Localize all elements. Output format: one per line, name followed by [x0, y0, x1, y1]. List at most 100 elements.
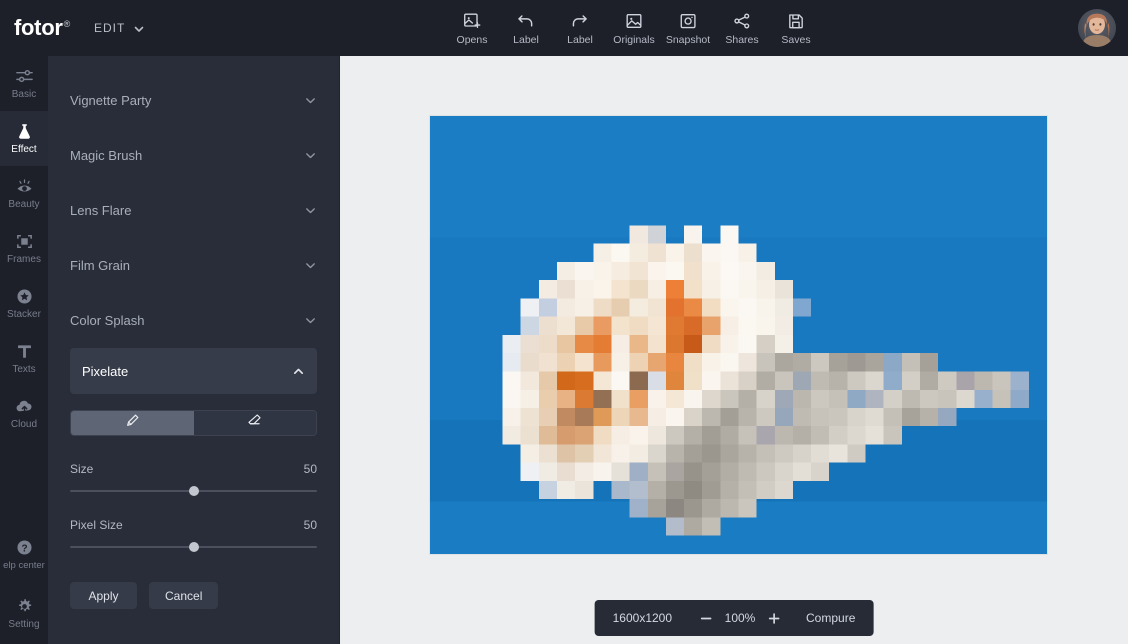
toolbar-button-undo[interactable]: Label [499, 0, 553, 56]
sidebar-item-basic[interactable]: Basic [0, 56, 48, 111]
effect-group-lens-flare[interactable]: Lens Flare [70, 183, 317, 238]
floppy-save-icon [786, 11, 806, 31]
text-t-icon [15, 342, 34, 361]
effect-group-magic-brush[interactable]: Magic Brush [70, 128, 317, 183]
effect-group-color-splash[interactable]: Color Splash [70, 293, 317, 348]
pixelate-controls: Size 50 Pixel Size 50 Apply Cancel [48, 394, 339, 609]
top-bar: fotor ® EDIT Opens Label Label Originals… [0, 0, 1128, 56]
effects-panel: Vignette Party Magic Brush Lens Flare Fi… [48, 56, 340, 644]
toolbar-button-shares[interactable]: Shares [715, 0, 769, 56]
pixel-size-slider-label: Pixel Size [70, 518, 123, 532]
toolbar-label: Label [513, 33, 539, 46]
toolbar-button-opens[interactable]: Opens [445, 0, 499, 56]
zoom-level-label: 100% [724, 611, 756, 625]
chevron-up-icon [292, 365, 305, 378]
effect-group-label: Vignette Party [70, 93, 152, 108]
toolbar-button-snapshot[interactable]: Snapshot [661, 0, 715, 56]
camera-icon [678, 11, 698, 31]
share-nodes-icon [732, 11, 752, 31]
effect-group-label: Magic Brush [70, 148, 143, 163]
toolbar-label: Originals [613, 33, 655, 46]
toolbar-button-saves[interactable]: Saves [769, 0, 823, 56]
effect-group-vignette-party[interactable]: Vignette Party [70, 73, 317, 128]
sidebar-item-label: Effect [11, 144, 37, 155]
app-logo: fotor ® [0, 15, 88, 41]
pixel-size-slider-thumb[interactable] [188, 542, 199, 552]
toolbar-label: Snapshot [665, 33, 711, 46]
question-circle-icon: ? [15, 538, 34, 557]
edit-menu-button[interactable]: EDIT [94, 21, 144, 35]
sidebar-item-label: Beauty [8, 199, 40, 210]
chevron-down-icon [304, 204, 317, 217]
size-slider-track[interactable] [70, 486, 317, 496]
erase-mode-button[interactable] [193, 411, 316, 435]
sidebar-item-label: Basic [11, 89, 37, 100]
sidebar-item-label: Cloud [10, 419, 38, 430]
avatar[interactable] [1078, 9, 1116, 47]
fotor-editor-window: fotor ® EDIT Opens Label Label Originals… [0, 0, 1128, 644]
sidebar-item-stacker[interactable]: Stacker [0, 276, 48, 331]
zoom-bar: 1600x1200 100% Compure [594, 600, 874, 636]
sidebar-item-label: Setting [8, 618, 40, 630]
undo-arrow-icon [516, 11, 536, 31]
sidebar-item-effect[interactable]: Effect [0, 111, 48, 166]
redo-arrow-icon [570, 11, 590, 31]
star-badge-icon [15, 287, 34, 306]
chevron-down-icon [304, 314, 317, 327]
brush-icon [125, 413, 140, 433]
frame-icon [15, 232, 34, 251]
user-photo-icon [1078, 9, 1116, 47]
eye-icon [15, 177, 34, 196]
chevron-down-icon [304, 149, 317, 162]
sidebar-item-beauty[interactable]: Beauty [0, 166, 48, 221]
toolbar-label: Saves [781, 33, 811, 46]
toolbar-button-redo[interactable]: Label [553, 0, 607, 56]
sliders-icon [15, 67, 34, 86]
toolbar-button-originals[interactable]: Originals [607, 0, 661, 56]
brush-mode-button[interactable] [71, 411, 194, 435]
pixel-size-slider-track[interactable] [70, 542, 317, 552]
pixelated-rose-image [430, 116, 1047, 554]
zoom-out-button[interactable] [694, 606, 718, 630]
pixelate-action-row: Apply Cancel [70, 582, 317, 609]
size-slider-label: Size [70, 462, 94, 476]
pixel-size-slider-block: Pixel Size 50 [70, 518, 317, 552]
compare-button[interactable]: Compure [786, 611, 855, 625]
toolbar-label: Shares [725, 33, 759, 46]
size-slider-value: 50 [303, 462, 317, 476]
image-dimensions-label: 1600x1200 [612, 611, 673, 625]
zoom-in-button[interactable] [762, 606, 786, 630]
app-logo-text: fotor [14, 15, 63, 40]
effect-group-label: Pixelate [82, 363, 129, 379]
sidebar-item-frames[interactable]: Frames [0, 221, 48, 276]
sidebar-item-texts[interactable]: Texts [0, 331, 48, 386]
apply-button[interactable]: Apply [70, 582, 137, 609]
edited-image[interactable] [430, 116, 1047, 554]
image-add-icon [462, 11, 482, 31]
image-icon [624, 11, 644, 31]
chevron-down-icon [133, 23, 144, 33]
cancel-button[interactable]: Cancel [149, 582, 219, 609]
eraser-icon [247, 413, 262, 433]
size-slider-thumb[interactable] [188, 486, 199, 496]
sidebar-item-cloud[interactable]: Cloud [0, 386, 48, 441]
toolbar: Opens Label Label Originals Snapshot Sha… [445, 0, 823, 56]
size-slider-block: Size 50 [70, 462, 317, 496]
effect-group-label: Film Grain [70, 258, 130, 273]
registered-mark: ® [63, 19, 71, 29]
effect-group-pixelate[interactable]: Pixelate [70, 348, 317, 394]
effect-group-label: Lens Flare [70, 203, 132, 218]
sidebar-item-label: elp center [3, 560, 45, 571]
gear-icon [15, 597, 34, 616]
sidebar-item-help-center[interactable]: ? elp center [0, 527, 48, 582]
brush-erase-toggle [70, 410, 317, 436]
canvas-area[interactable]: 1600x1200 100% Compure [340, 56, 1128, 644]
sidebar-item-setting[interactable]: Setting [0, 582, 48, 644]
effect-group-film-grain[interactable]: Film Grain [70, 238, 317, 293]
chevron-down-icon [304, 94, 317, 107]
size-slider-header: Size 50 [70, 462, 317, 476]
panel-top-spacer [48, 56, 339, 73]
flask-icon [15, 122, 34, 141]
sidebar-item-label: Stacker [7, 309, 41, 320]
